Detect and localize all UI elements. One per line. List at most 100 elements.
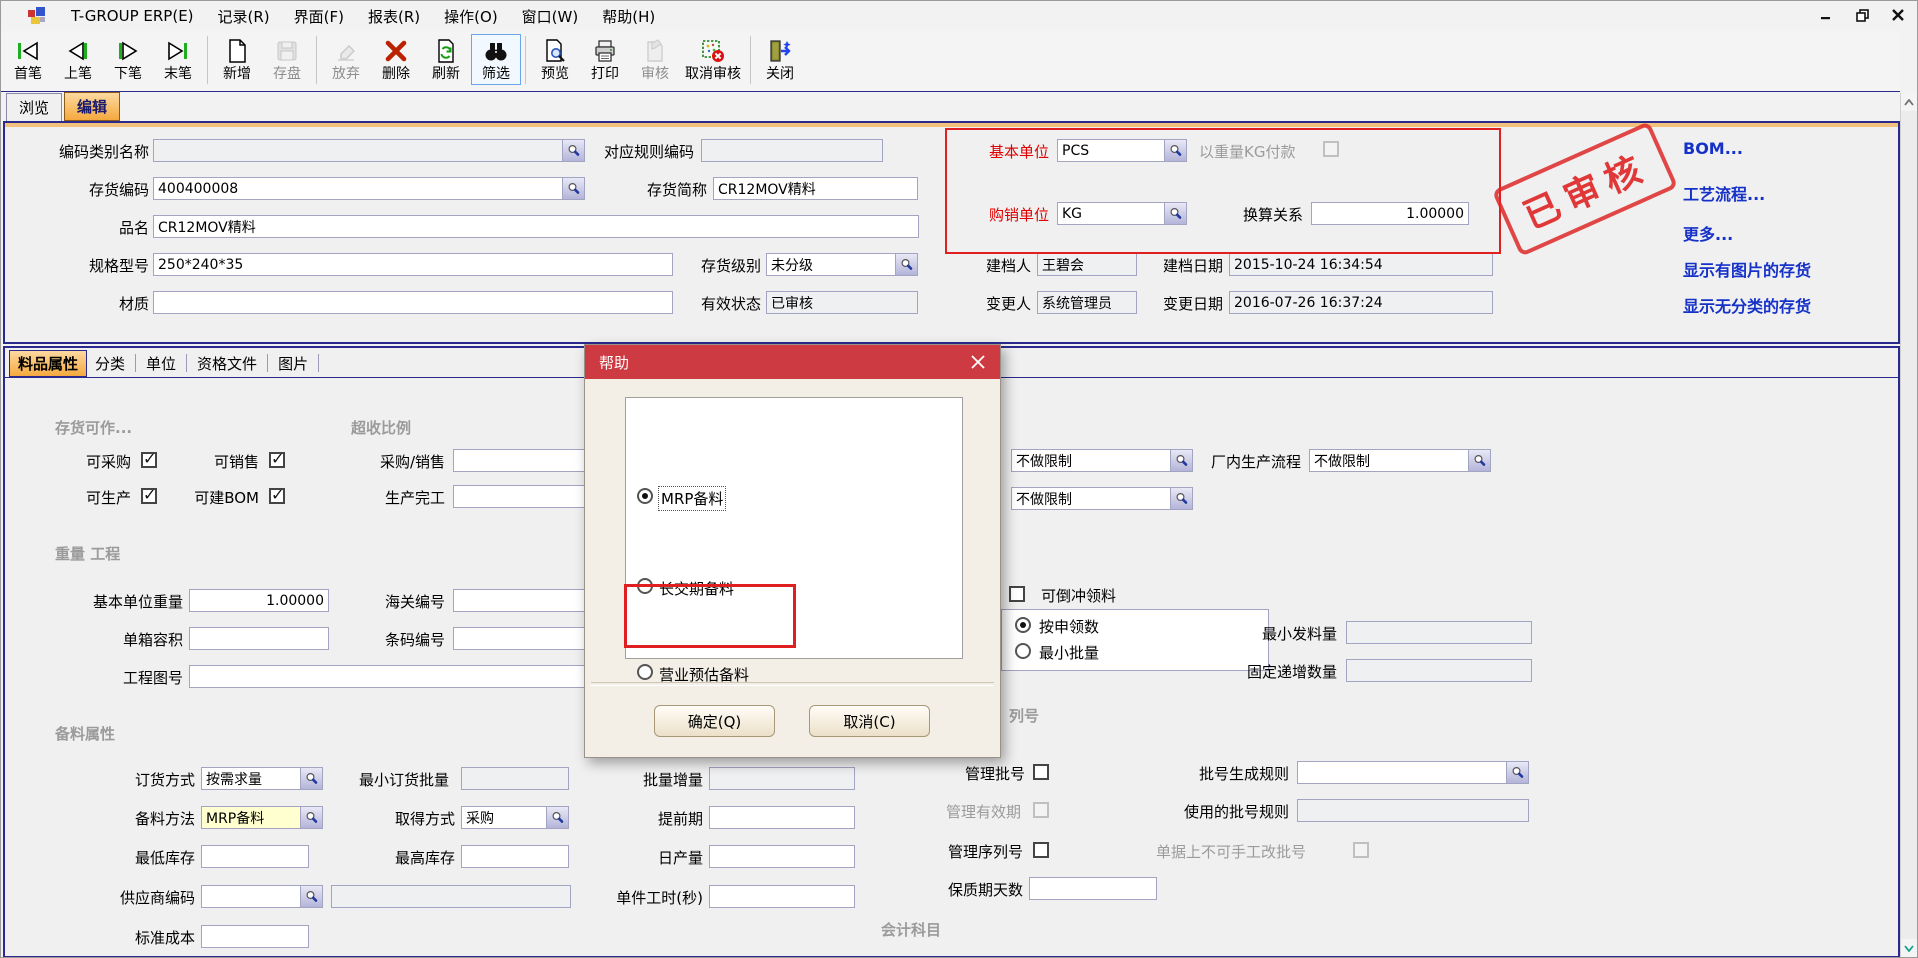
lookup-icon[interactable] — [300, 886, 322, 907]
supplier-code-input[interactable] — [201, 885, 323, 908]
close-icon[interactable] — [1887, 5, 1909, 25]
material-input[interactable] — [153, 291, 673, 314]
toolbar-last-button[interactable]: 末笔 — [153, 34, 203, 85]
toolbar-discard-button[interactable]: 放弃 — [321, 34, 371, 85]
toolbar-print-button[interactable]: 打印 — [580, 34, 630, 85]
toolbar-cancel-audit-button[interactable]: 取消审核 — [680, 34, 746, 85]
tab-units[interactable]: 单位 — [138, 351, 184, 376]
unit-work-sec-input[interactable] — [709, 885, 855, 908]
link-bom[interactable]: BOM... — [1683, 139, 1743, 158]
vertical-scrollbar[interactable] — [1900, 93, 1917, 957]
lookup-icon[interactable] — [1506, 762, 1528, 783]
option-long-leadtime-label[interactable]: 长交期备料 — [659, 578, 734, 599]
lookup-icon[interactable] — [1164, 203, 1186, 224]
link-show-unclassified[interactable]: 显示无分类的存货 — [1683, 293, 1811, 317]
manage-serial-checkbox[interactable] — [1033, 842, 1049, 858]
option-long-leadtime-radio[interactable] — [637, 578, 653, 594]
min-order-qty-input[interactable] — [461, 767, 569, 790]
acquire-mode-input[interactable]: 采购 — [461, 806, 569, 829]
tab-qualification-files[interactable]: 资格文件 — [189, 351, 265, 376]
used-lot-rule-input[interactable] — [1297, 799, 1529, 822]
lookup-icon[interactable] — [562, 178, 584, 199]
restriction-2-input[interactable]: 不做限制 — [1011, 487, 1193, 510]
scroll-up-icon[interactable] — [1901, 93, 1917, 111]
toolbar-next-button[interactable]: 下笔 — [103, 34, 153, 85]
inv-abbr-input[interactable]: CR12MOV精料 — [713, 177, 918, 200]
toolbar-new-button[interactable]: 新增 — [212, 34, 262, 85]
toolbar-preview-button[interactable]: 预览 — [530, 34, 580, 85]
purchasable-checkbox[interactable] — [141, 452, 157, 468]
min-batch-radio[interactable] — [1015, 643, 1031, 659]
prep-method-input[interactable]: MRP备料 — [201, 806, 323, 829]
manage-expiry-checkbox[interactable] — [1033, 802, 1049, 818]
menu-item-window[interactable]: 窗口(W) — [510, 2, 591, 31]
by-request-radio[interactable] — [1015, 617, 1031, 633]
spec-model-input[interactable]: 250*240*35 — [153, 253, 673, 276]
menu-item-record[interactable]: 记录(R) — [206, 2, 282, 31]
toolbar-audit-button[interactable]: 审核 — [630, 34, 680, 85]
minimize-icon[interactable] — [1815, 5, 1837, 25]
min-issue-qty-input[interactable] — [1346, 621, 1532, 644]
menu-item-app[interactable]: T-GROUP ERP(E) — [59, 3, 206, 29]
rule-code-input[interactable] — [701, 139, 883, 162]
conversion-input[interactable]: 1.00000 — [1311, 202, 1469, 225]
backflush-checkbox[interactable] — [1009, 586, 1025, 602]
toolbar-filter-button[interactable]: 筛选 — [471, 34, 521, 85]
toolbar-save-button[interactable]: 存盘 — [262, 34, 312, 85]
restriction-1-input[interactable]: 不做限制 — [1011, 449, 1193, 472]
lookup-icon[interactable] — [1170, 488, 1192, 509]
link-process-flow[interactable]: 工艺流程... — [1683, 181, 1765, 205]
ok-button[interactable]: 确定(Q) — [654, 705, 775, 737]
menu-item-operation[interactable]: 操作(O) — [432, 2, 510, 31]
standard-cost-input[interactable] — [201, 925, 309, 948]
cancel-button[interactable]: 取消(C) — [809, 705, 930, 737]
link-show-with-images[interactable]: 显示有图片的存货 — [1683, 257, 1811, 281]
dialog-close-icon[interactable] — [966, 351, 990, 373]
toolbar-prev-button[interactable]: 上笔 — [53, 34, 103, 85]
tab-browse[interactable]: 浏览 — [6, 93, 62, 121]
sellable-checkbox[interactable] — [269, 452, 285, 468]
fixed-increment-input[interactable] — [1346, 659, 1532, 682]
min-stock-input[interactable] — [201, 845, 309, 868]
toolbar-close-button[interactable]: 关闭 — [755, 34, 805, 85]
toolbar-first-button[interactable]: 首笔 — [3, 34, 53, 85]
tab-item-attributes[interactable]: 料品属性 — [9, 350, 87, 377]
option-mrp-label[interactable]: MRP备料 — [659, 487, 725, 510]
tab-edit[interactable]: 编辑 — [64, 92, 120, 121]
code-category-input[interactable] — [153, 139, 585, 162]
producible-checkbox[interactable] — [141, 488, 157, 504]
base-unit-weight-input[interactable]: 1.00000 — [189, 589, 329, 612]
option-sales-forecast-radio[interactable] — [637, 664, 653, 680]
factory-flow-input[interactable]: 不做限制 — [1309, 449, 1491, 472]
bom-allowed-checkbox[interactable] — [269, 488, 285, 504]
batch-increment-input[interactable] — [709, 767, 855, 790]
inv-code-input[interactable]: 400400008 — [153, 177, 585, 200]
order-mode-input[interactable]: 按需求量 — [201, 767, 323, 790]
lookup-icon[interactable] — [546, 807, 568, 828]
lookup-icon[interactable] — [1164, 140, 1186, 161]
option-mrp-radio[interactable] — [637, 488, 653, 504]
no-manual-lot-checkbox[interactable] — [1353, 842, 1369, 858]
box-volume-input[interactable] — [189, 627, 329, 650]
restore-icon[interactable] — [1851, 5, 1873, 25]
lookup-icon[interactable] — [300, 768, 322, 789]
inv-level-input[interactable]: 未分级 — [766, 253, 918, 276]
menu-item-help[interactable]: 帮助(H) — [590, 2, 667, 31]
trade-unit-input[interactable]: KG — [1057, 202, 1187, 225]
link-more[interactable]: 更多... — [1683, 221, 1733, 245]
product-name-input[interactable]: CR12MOV精料 — [153, 215, 919, 238]
menu-item-interface[interactable]: 界面(F) — [282, 2, 356, 31]
lookup-icon[interactable] — [1468, 450, 1490, 471]
scroll-down-icon[interactable] — [1901, 939, 1917, 957]
shelf-days-input[interactable] — [1029, 877, 1157, 900]
lead-time-input[interactable] — [709, 806, 855, 829]
lookup-icon[interactable] — [300, 807, 322, 828]
daily-output-input[interactable] — [709, 845, 855, 868]
tab-classification[interactable]: 分类 — [87, 351, 133, 376]
tab-images[interactable]: 图片 — [270, 351, 316, 376]
toolbar-refresh-button[interactable]: 刷新 — [421, 34, 471, 85]
lookup-icon[interactable] — [562, 140, 584, 161]
lookup-icon[interactable] — [895, 254, 917, 275]
help-dialog-titlebar[interactable]: 帮助 — [585, 345, 1000, 379]
manage-lot-checkbox[interactable] — [1033, 764, 1049, 780]
